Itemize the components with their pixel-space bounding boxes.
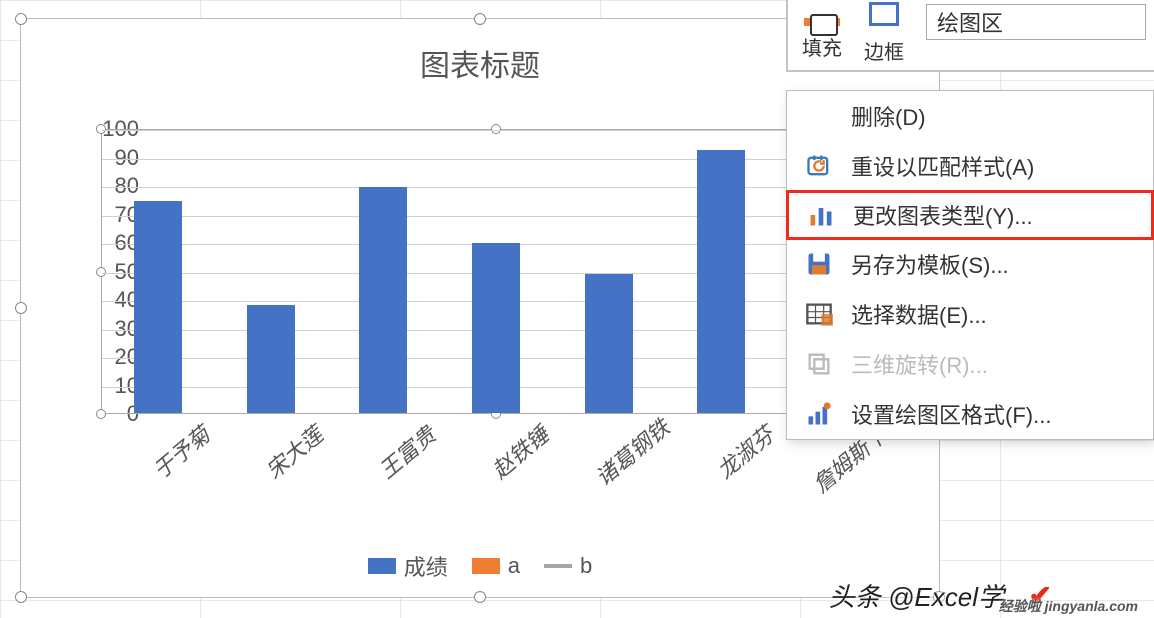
menu-item-label: 选择数据(E)... <box>851 298 987 330</box>
legend-label: 成绩 <box>404 550 448 582</box>
menu-item-reset[interactable]: 重设以匹配样式(A) <box>787 141 1153 191</box>
menu-item-label: 三维旋转(R)... <box>851 348 988 380</box>
resize-handle[interactable] <box>474 591 486 603</box>
save-template-icon <box>805 250 833 278</box>
format-icon <box>805 400 833 428</box>
legend-item[interactable]: 成绩 <box>368 550 448 582</box>
menu-item-select_data[interactable]: 选择数据(E)... <box>787 289 1153 339</box>
chart-type-icon <box>807 201 835 229</box>
x-axis-labels: 于予菊宋大莲王富贵赵铁锤诸葛钢铁龙淑芬詹姆斯下士 <box>101 424 891 476</box>
watermark-site: 经验啦 jingyanla.com <box>999 596 1138 616</box>
fill-label: 填充 <box>802 32 842 61</box>
bar[interactable] <box>247 305 295 413</box>
legend-label: b <box>580 553 592 579</box>
menu-item-label: 设置绘图区格式(F)... <box>851 398 1051 430</box>
fill-icon <box>804 18 840 26</box>
legend-swatch-icon <box>544 564 572 568</box>
bar-slot <box>665 130 778 413</box>
watermark-source: 头条 @Excel学 <box>829 577 1004 614</box>
bar[interactable] <box>359 187 407 413</box>
bar-slot <box>102 130 215 413</box>
menu-item-label: 重设以匹配样式(A) <box>851 150 1034 182</box>
bar-slot <box>215 130 328 413</box>
resize-handle[interactable] <box>474 13 486 25</box>
menu-item-label: 删除(D) <box>851 100 926 132</box>
menu-item-rotate_3d: 三维旋转(R)... <box>787 339 1153 389</box>
bars-group[interactable] <box>102 130 890 413</box>
bar[interactable] <box>697 150 745 413</box>
bar-slot <box>327 130 440 413</box>
legend-swatch-icon <box>368 558 396 574</box>
bar-slot <box>552 130 665 413</box>
menu-item-format_plot[interactable]: 设置绘图区格式(F)... <box>787 389 1153 439</box>
border-label: 边框 <box>864 36 904 65</box>
border-icon <box>866 2 902 30</box>
chart-element-selector[interactable]: 绘图区 <box>926 4 1146 40</box>
context-menu: 删除(D) 重设以匹配样式(A) 更改图表类型(Y)... 另存为模板(S)... 选择… <box>786 90 1154 440</box>
legend-item[interactable]: a <box>472 553 520 579</box>
legend-item[interactable]: b <box>544 553 592 579</box>
bar[interactable] <box>472 243 520 413</box>
bar[interactable] <box>585 274 633 413</box>
blank-icon <box>805 102 833 130</box>
menu-item-label: 另存为模板(S)... <box>851 248 1009 280</box>
menu-item-delete[interactable]: 删除(D) <box>787 91 1153 141</box>
border-button[interactable]: 边框 <box>864 2 904 65</box>
legend-label: a <box>508 553 520 579</box>
mini-toolbar: 填充 边框 绘图区 <box>786 0 1154 72</box>
legend[interactable]: 成绩 a b <box>21 550 939 582</box>
bar[interactable] <box>134 201 182 413</box>
plot-area[interactable] <box>101 129 891 414</box>
menu-item-label: 更改图表类型(Y)... <box>853 199 1033 231</box>
menu-item-change_type[interactable]: 更改图表类型(Y)... <box>786 190 1154 240</box>
resize-handle[interactable] <box>15 591 27 603</box>
fill-button[interactable]: 填充 <box>802 2 842 61</box>
menu-item-save_template[interactable]: 另存为模板(S)... <box>787 239 1153 289</box>
rotate-icon <box>805 350 833 378</box>
resize-handle[interactable] <box>15 302 27 314</box>
bar-slot <box>440 130 553 413</box>
resize-handle[interactable] <box>15 13 27 25</box>
select-data-icon <box>805 300 833 328</box>
legend-swatch-icon <box>472 558 500 574</box>
selector-value: 绘图区 <box>937 6 1003 38</box>
reset-icon <box>805 152 833 180</box>
